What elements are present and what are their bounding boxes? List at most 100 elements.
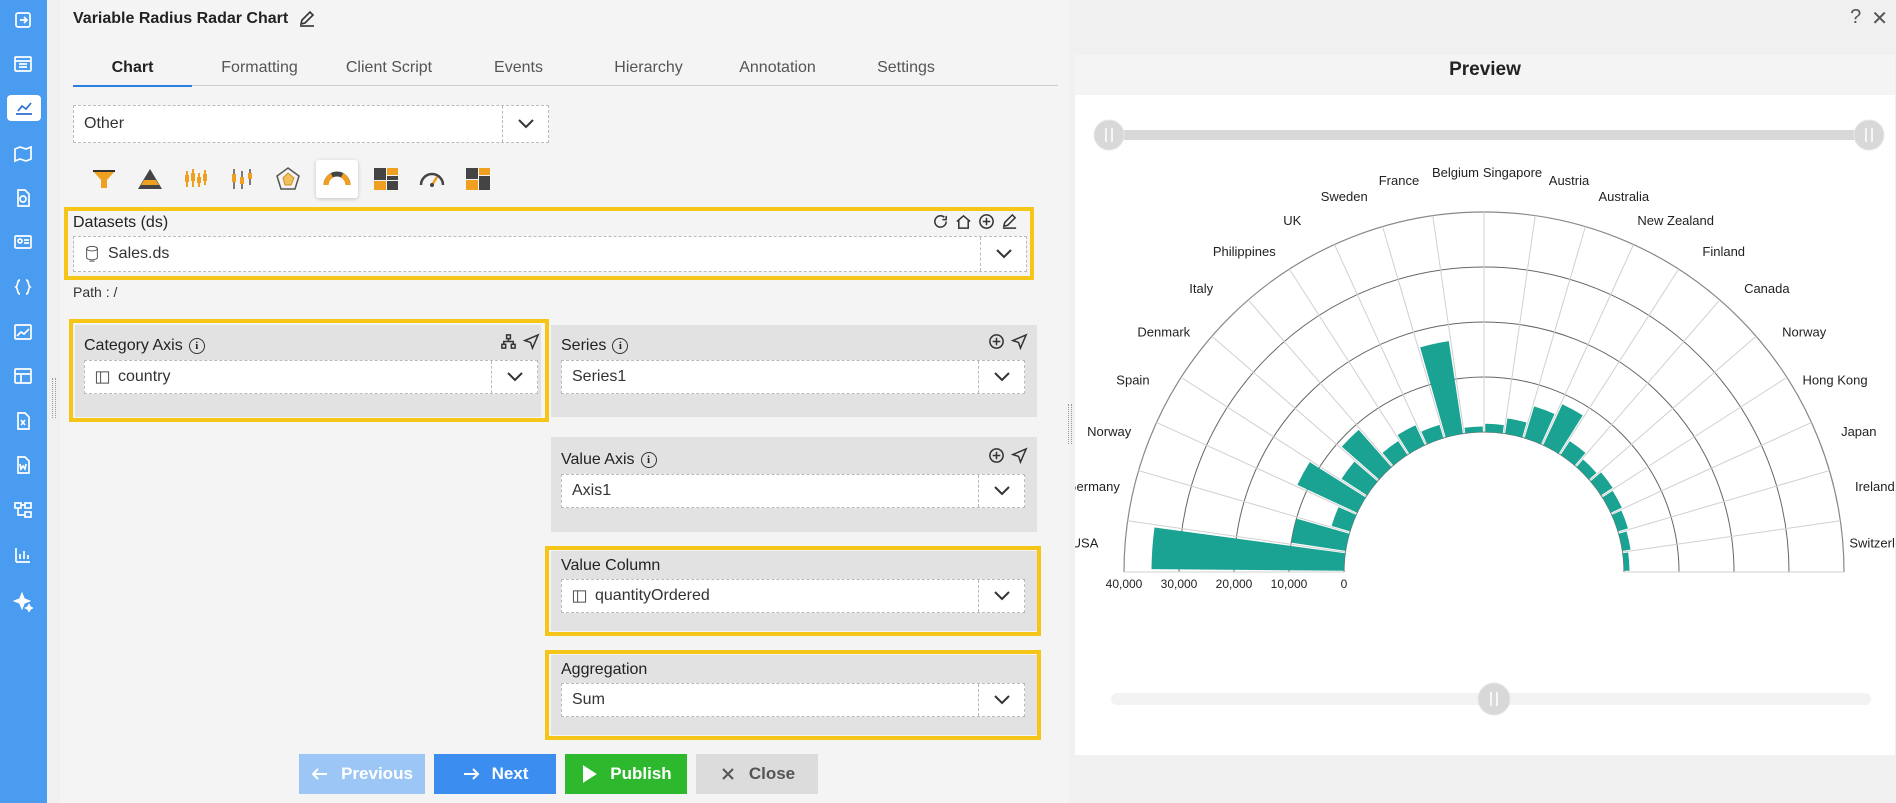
value-axis-label: Value Axis [561, 451, 635, 468]
boxplot-icon[interactable] [224, 160, 260, 198]
radar-ticks: 40,000 30,000 20,000 10,000 0 [1106, 577, 1348, 591]
report-icon[interactable] [11, 186, 35, 210]
edit-icon[interactable] [1001, 213, 1018, 230]
chevron-down-icon[interactable] [978, 684, 1024, 716]
datasets-label: Datasets (ds) [73, 214, 169, 231]
excel-icon[interactable] [11, 409, 35, 433]
home-icon[interactable] [955, 213, 972, 230]
send-icon[interactable] [1011, 447, 1028, 464]
series-label-row: Series i [561, 337, 629, 355]
radial-tick-label: 10,000 [1271, 577, 1308, 591]
top-range-track [1101, 130, 1871, 140]
add-circle-icon[interactable] [988, 447, 1005, 464]
arrow-right-icon [463, 768, 479, 780]
aggregation-value: Sum [572, 691, 605, 708]
category-label: France [1379, 173, 1419, 188]
variable-radius-radar-icon[interactable] [316, 160, 358, 198]
top-range-handle-left[interactable] [1093, 119, 1125, 151]
info-icon[interactable]: i [188, 338, 205, 354]
category-label: Norway [1782, 324, 1827, 339]
radar-bar-10[interactable] [1420, 341, 1463, 438]
radar-bar-12[interactable] [1485, 423, 1504, 434]
radar-icon[interactable] [270, 160, 306, 198]
chevron-down-icon[interactable] [978, 580, 1024, 612]
category-axis-select[interactable]: country [84, 360, 538, 394]
publish-button[interactable]: Publish [565, 754, 687, 794]
table-icon[interactable] [11, 364, 35, 388]
tab-settings[interactable]: Settings [844, 50, 968, 86]
pyramid-icon[interactable] [132, 160, 168, 198]
category-label: Denmark [1137, 324, 1190, 339]
chevron-down-icon[interactable] [978, 361, 1024, 393]
previous-button[interactable]: Previous [299, 754, 425, 794]
dashboard-icon[interactable] [11, 52, 35, 76]
previous-label: Previous [341, 764, 413, 783]
chevron-down-icon[interactable] [980, 237, 1026, 271]
bar-chart-icon[interactable] [11, 543, 35, 567]
tab-annotation[interactable]: Annotation [711, 50, 844, 86]
word-icon[interactable] [11, 453, 35, 477]
candlestick-icon[interactable] [178, 160, 214, 198]
publish-label: Publish [610, 764, 672, 783]
edit-title-icon[interactable] [298, 10, 316, 28]
chart-icon[interactable] [7, 95, 41, 121]
preview-title: Preview [1075, 55, 1895, 95]
tab-events[interactable]: Events [451, 50, 586, 86]
ai-sparkle-icon[interactable] [11, 590, 35, 614]
map-icon[interactable] [11, 142, 35, 166]
tab-formatting[interactable]: Formatting [192, 50, 327, 86]
value-column-select[interactable]: quantityOrdered [561, 579, 1025, 613]
help-icon[interactable]: ? [1850, 6, 1861, 31]
grid-spoke [1601, 376, 1788, 497]
category-label: Philippines [1213, 244, 1276, 259]
aggregation-select[interactable]: Sum [561, 683, 1025, 717]
heatmap-icon[interactable] [460, 160, 496, 198]
grid-spoke [1288, 268, 1409, 455]
series-select[interactable]: Series1 [561, 360, 1025, 394]
value-column-value: quantityOrdered [595, 587, 710, 604]
page-title: Variable Radius Radar Chart [73, 10, 289, 27]
add-circle-icon[interactable] [978, 213, 995, 230]
send-icon[interactable] [523, 333, 540, 350]
chevron-down-icon[interactable] [502, 106, 548, 142]
category-axis-label: Category Axis [84, 337, 183, 354]
radial-tick-label: 30,000 [1161, 577, 1198, 591]
chevron-down-icon[interactable] [491, 361, 537, 393]
series-value: Series1 [572, 368, 627, 385]
chevron-down-icon[interactable] [978, 475, 1024, 507]
code-braces-icon[interactable] [11, 275, 35, 299]
refresh-icon[interactable] [932, 213, 949, 230]
hierarchy-tree-icon[interactable] [500, 333, 517, 350]
radar-bar-17[interactable] [1576, 459, 1597, 480]
hierarchy-icon[interactable] [11, 498, 35, 522]
info-icon[interactable]: i [612, 338, 629, 354]
category-label: Spain [1116, 372, 1149, 387]
chart-category-select[interactable]: Other [73, 105, 549, 143]
tab-bar: Chart Formatting Client Script Events Hi… [73, 50, 1058, 87]
sign-in-icon[interactable] [11, 8, 35, 32]
close-button[interactable]: Close [696, 754, 818, 794]
value-axis-select[interactable]: Axis1 [561, 474, 1025, 508]
datasets-select[interactable]: Sales.ds [73, 236, 1027, 272]
next-button[interactable]: Next [434, 754, 556, 794]
funnel-icon[interactable] [86, 160, 122, 198]
grid-spoke [1618, 470, 1830, 534]
left-splitter-handle[interactable] [52, 378, 56, 418]
gauge-icon[interactable] [414, 160, 450, 198]
tab-client-script[interactable]: Client Script [327, 50, 451, 86]
bottom-scroll-handle[interactable] [1477, 682, 1511, 716]
radar-bar-3[interactable] [1331, 507, 1357, 532]
tab-hierarchy[interactable]: Hierarchy [586, 50, 711, 86]
info-icon[interactable]: i [640, 452, 657, 468]
radar-bars [1151, 341, 1631, 571]
close-window-icon[interactable]: ✕ [1871, 6, 1888, 31]
category-label: Australia [1598, 189, 1649, 204]
id-card-icon[interactable] [11, 230, 35, 254]
analytics-icon[interactable] [11, 320, 35, 344]
send-icon[interactable] [1011, 333, 1028, 350]
add-circle-icon[interactable] [988, 333, 1005, 350]
panel-splitter-handle[interactable] [1068, 404, 1072, 444]
treemap-icon[interactable] [368, 160, 404, 198]
tab-chart[interactable]: Chart [73, 50, 192, 87]
top-range-handle-right[interactable] [1853, 119, 1885, 151]
